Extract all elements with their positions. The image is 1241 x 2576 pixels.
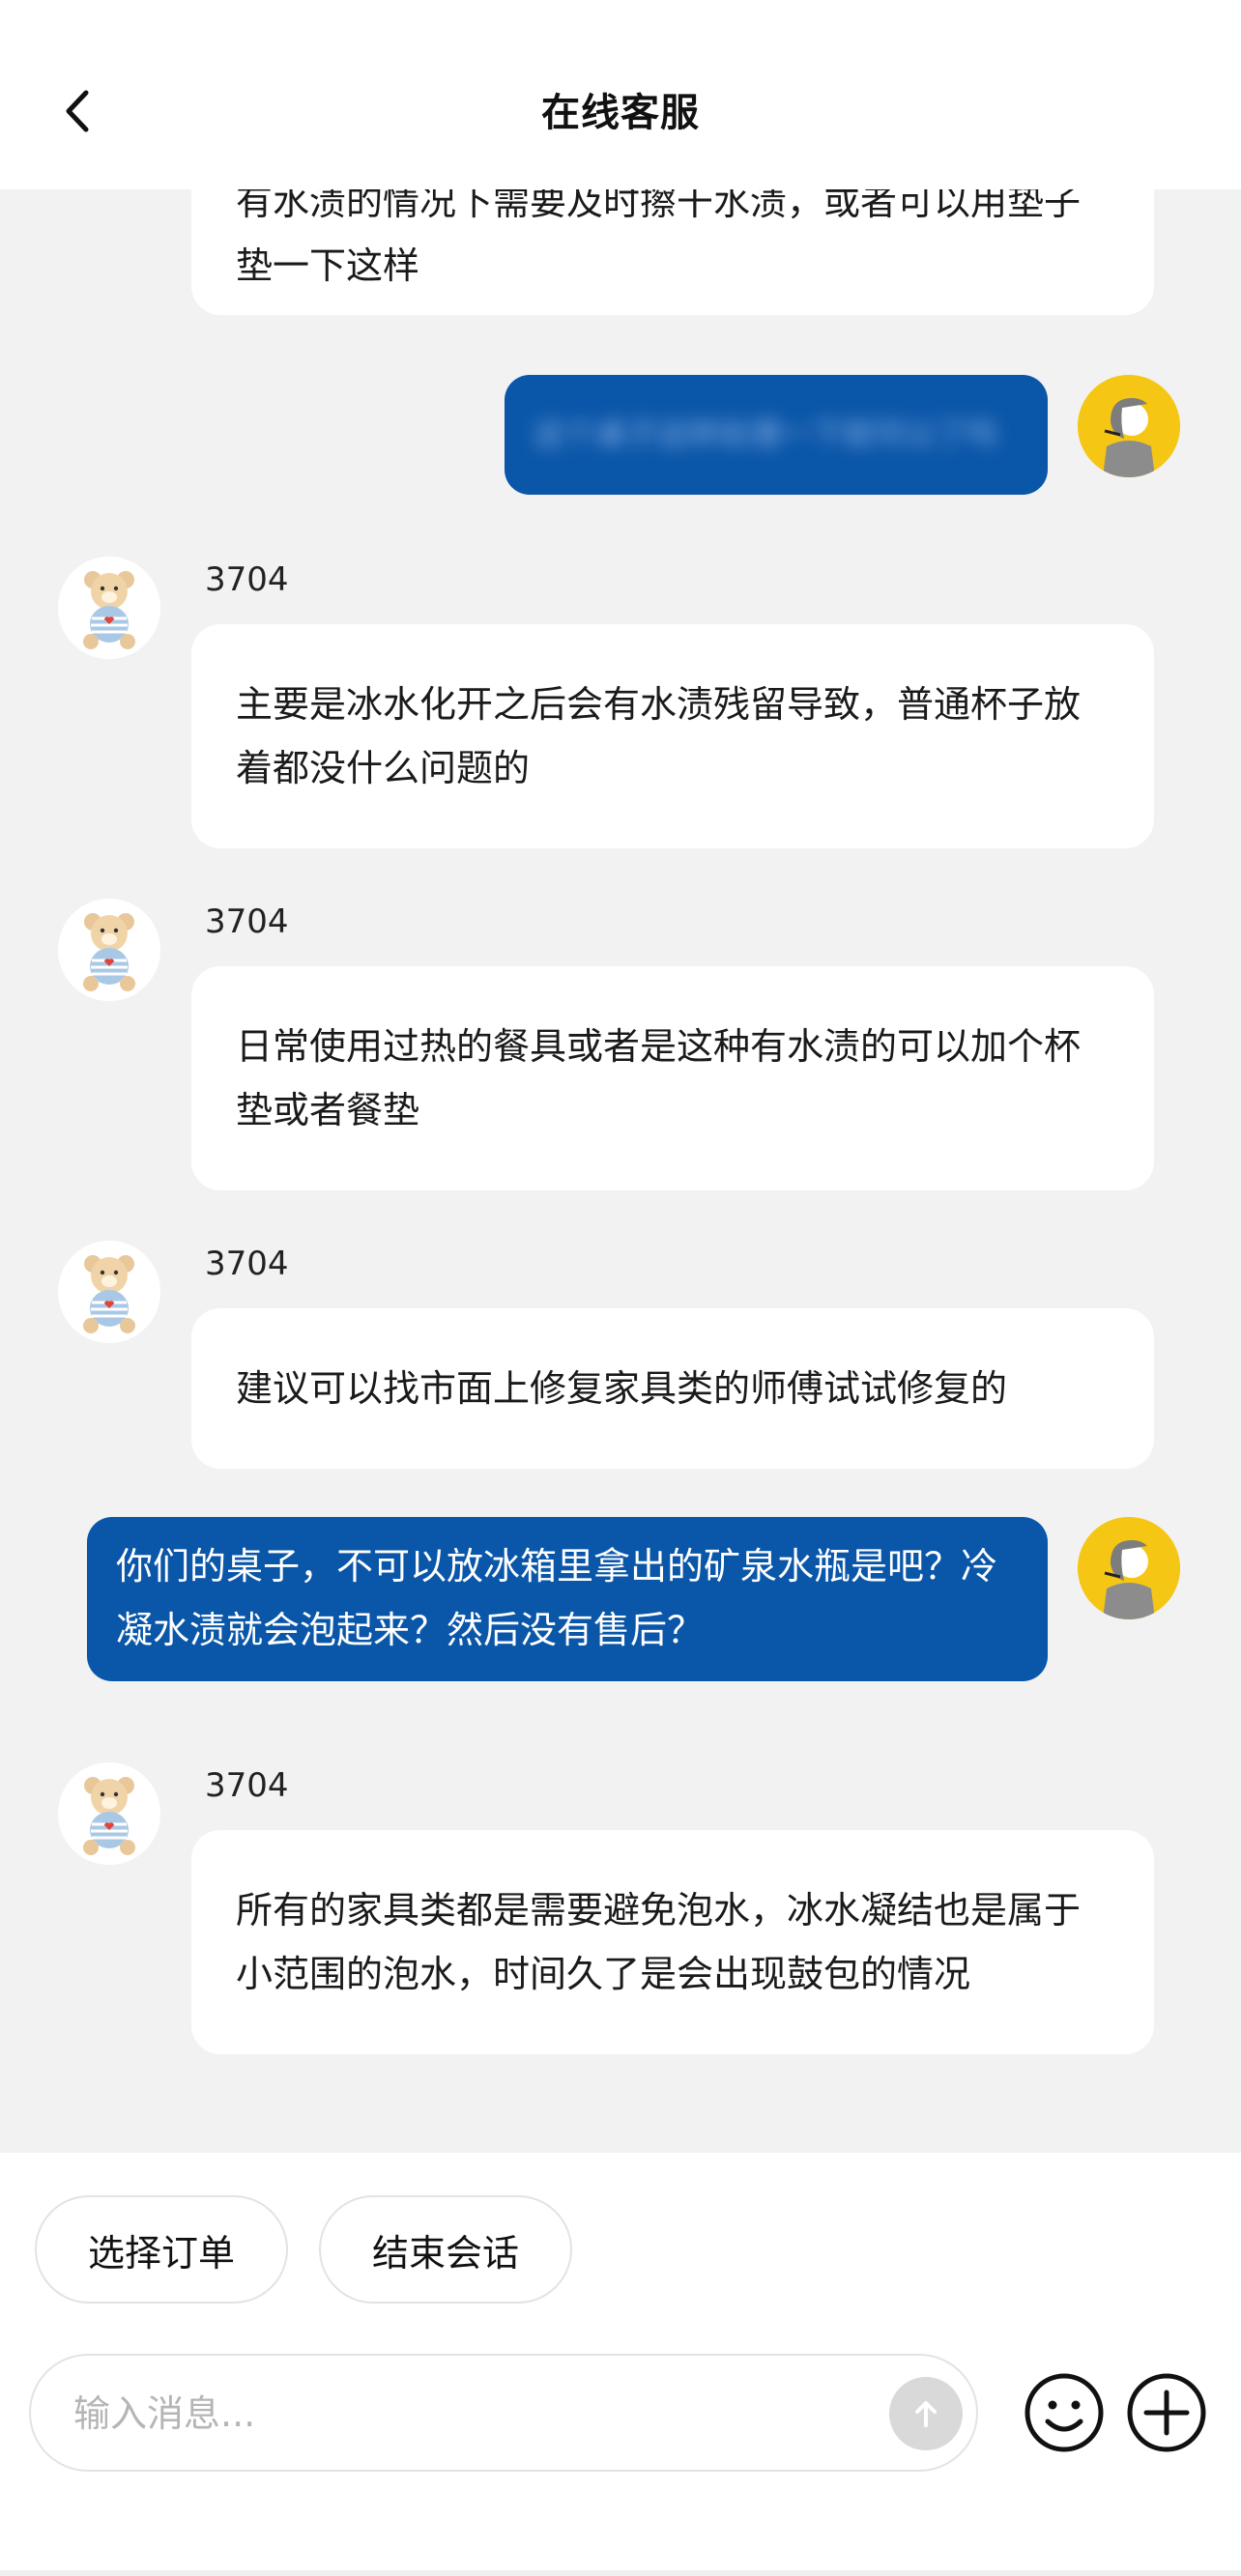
agent-message-text: 日常使用过热的餐具或者是这种有水渍的可以加个杯垫或者餐垫 bbox=[236, 1025, 1082, 1131]
agent-avatar[interactable] bbox=[58, 899, 160, 1001]
agent-message-text: 所有的家具类都是需要避免泡水，冰水凝结也是属于小范围的泡水，时间久了是会出现鼓包… bbox=[236, 1889, 1082, 1995]
agent-message-bubble: 建议可以找市面上修复家具类的师傅试试修复的 bbox=[191, 1308, 1154, 1469]
user-avatar[interactable] bbox=[1078, 1517, 1180, 1619]
header-bar: 在线客服 bbox=[0, 0, 1241, 189]
bottom-divider bbox=[0, 2570, 1241, 2576]
agent-avatar[interactable] bbox=[58, 1241, 160, 1343]
send-button[interactable] bbox=[889, 2377, 963, 2450]
arrow-up-icon bbox=[915, 2401, 937, 2427]
user-message-bubble: 你们的桌子，不可以放冰箱里拿出的矿泉水瓶是吧？冷凝水渍就会泡起来？然后没有售后？ bbox=[87, 1517, 1048, 1681]
smiley-icon bbox=[1025, 2373, 1104, 2452]
agent-avatar[interactable] bbox=[58, 1762, 160, 1865]
agent-message-bubble: 所有的家具类都是需要避免泡水，冰水凝结也是属于小范围的泡水，时间久了是会出现鼓包… bbox=[191, 1830, 1154, 2054]
teddy-bear-icon bbox=[58, 899, 160, 1001]
plus-button[interactable] bbox=[1125, 2371, 1208, 2454]
agent-message-bubble: 日常使用过热的餐具或者是这种有水渍的可以加个杯垫或者餐垫 bbox=[191, 966, 1154, 1190]
agent-avatar[interactable] bbox=[58, 557, 160, 659]
agent-message-text: 主要是冰水化开之后会有水渍残留导致，普通杯子放着都没什么问题的 bbox=[236, 683, 1082, 789]
user-message-text: 你们的桌子，不可以放冰箱里拿出的矿泉水瓶是吧？冷凝水渍就会泡起来？然后没有售后？ bbox=[116, 1545, 998, 1651]
agent-name: 3704 bbox=[205, 1245, 289, 1283]
agent-message-text: 建议可以找市面上修复家具类的师傅试试修复的 bbox=[236, 1367, 1008, 1410]
agent-message-bubble: 主要是冰水化开之后会有水渍残留导致，普通杯子放着都没什么问题的 bbox=[191, 624, 1154, 848]
plus-circle-icon bbox=[1127, 2373, 1206, 2452]
page-title: 在线客服 bbox=[541, 91, 700, 135]
user-avatar-icon bbox=[1078, 375, 1180, 477]
emoji-button[interactable] bbox=[1023, 2371, 1106, 2454]
user-message-bubble: 这个桌子这样处理一下就可以了吗 bbox=[505, 375, 1048, 495]
message-input[interactable] bbox=[73, 2385, 866, 2443]
end-session-button[interactable]: 结束会话 bbox=[319, 2195, 572, 2304]
user-message-text: 这个桌子这样处理一下就可以了吗 bbox=[534, 415, 998, 452]
chat-history[interactable]: 有水渍的情况下需要及时擦干水渍，或者可以用垫子垫一下这样 这个桌子这样处理一下就… bbox=[0, 189, 1241, 2153]
agent-name: 3704 bbox=[205, 560, 289, 599]
select-order-button[interactable]: 选择订单 bbox=[35, 2195, 288, 2304]
teddy-bear-icon bbox=[58, 1241, 160, 1343]
user-avatar[interactable] bbox=[1078, 375, 1180, 477]
end-session-label: 结束会话 bbox=[371, 2231, 519, 2275]
composer-panel: 选择订单 结束会话 bbox=[0, 2153, 1241, 2576]
teddy-bear-icon bbox=[58, 1762, 160, 1865]
agent-name: 3704 bbox=[205, 902, 289, 941]
teddy-bear-icon bbox=[58, 557, 160, 659]
agent-message-text: 有水渍的情况下需要及时擦干水渍，或者可以用垫子垫一下这样 bbox=[236, 189, 1082, 287]
select-order-label: 选择订单 bbox=[87, 2231, 235, 2275]
agent-message-bubble: 有水渍的情况下需要及时擦干水渍，或者可以用垫子垫一下这样 bbox=[191, 189, 1154, 315]
message-input-container bbox=[29, 2354, 978, 2472]
agent-name: 3704 bbox=[205, 1766, 289, 1805]
user-avatar-icon bbox=[1078, 1517, 1180, 1619]
